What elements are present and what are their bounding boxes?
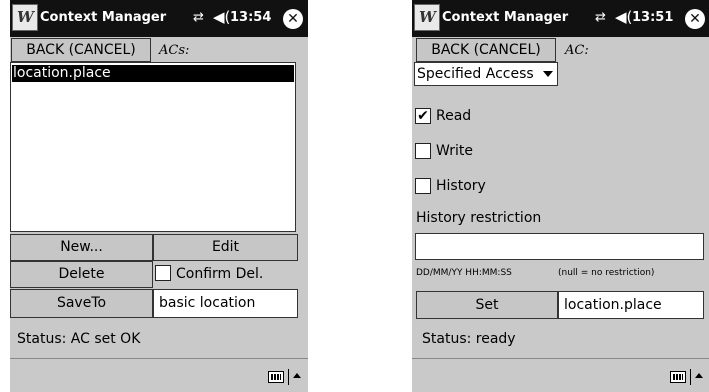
history-label: History xyxy=(436,178,486,194)
ac-list[interactable]: location.place xyxy=(10,62,296,232)
edit-button[interactable]: Edit xyxy=(153,234,298,261)
chevron-down-icon xyxy=(543,71,553,77)
null-hint: (null = no restriction) xyxy=(558,268,655,278)
new-button[interactable]: New... xyxy=(10,234,153,261)
bottom-menu-bar xyxy=(412,358,709,392)
close-icon[interactable]: ✕ xyxy=(685,9,705,29)
connectivity-icon[interactable]: ⇄ xyxy=(193,10,204,25)
titlebar: W Context Manager ⇄ ◀( 13:54 ✕ xyxy=(10,0,308,37)
confirm-delete-label: Confirm Del. xyxy=(176,266,264,282)
saveto-button[interactable]: SaveTo xyxy=(10,289,153,318)
titlebar: W Context Manager ⇄ ◀( 13:51 ✕ xyxy=(412,0,709,37)
status-text: Status: AC set OK xyxy=(17,331,141,347)
set-value-input[interactable]: location.place xyxy=(558,291,704,319)
delete-button[interactable]: Delete xyxy=(10,261,153,288)
back-cancel-button[interactable]: BACK (CANCEL) xyxy=(11,38,151,62)
windows-flag-icon[interactable]: W xyxy=(414,4,440,31)
volume-icon[interactable]: ◀( xyxy=(615,8,632,26)
left-screen: W Context Manager ⇄ ◀( 13:54 ✕ BACK (CAN… xyxy=(10,0,308,392)
app-title: Context Manager xyxy=(442,10,569,25)
status-text: Status: ready xyxy=(422,331,516,347)
keyboard-icon[interactable] xyxy=(670,371,686,383)
acs-label: ACs: xyxy=(159,43,190,58)
sip-up-arrow-icon[interactable] xyxy=(293,373,301,378)
sip-separator xyxy=(690,369,691,385)
access-dropdown[interactable]: Specified Access xyxy=(414,62,558,86)
back-cancel-button[interactable]: BACK (CANCEL) xyxy=(416,38,556,62)
sip-up-arrow-icon[interactable] xyxy=(695,373,703,378)
confirm-delete-checkbox[interactable] xyxy=(155,265,171,281)
access-dropdown-value: Specified Access xyxy=(417,66,534,82)
sip-separator xyxy=(288,369,289,385)
bottom-menu-bar xyxy=(10,358,308,392)
write-checkbox[interactable] xyxy=(415,143,431,159)
set-button[interactable]: Set xyxy=(416,291,558,319)
history-restriction-input[interactable] xyxy=(415,233,704,260)
right-screen: W Context Manager ⇄ ◀( 13:51 ✕ BACK (CAN… xyxy=(412,0,709,392)
date-format-hint: DD/MM/YY HH:MM:SS xyxy=(416,268,512,278)
write-label: Write xyxy=(436,143,473,159)
keyboard-icon[interactable] xyxy=(268,371,284,383)
connectivity-icon[interactable]: ⇄ xyxy=(595,10,606,25)
saveto-input[interactable]: basic location xyxy=(153,289,298,318)
windows-flag-icon[interactable]: W xyxy=(12,4,38,31)
clock[interactable]: 13:54 xyxy=(230,10,271,25)
list-item[interactable]: location.place xyxy=(12,65,294,82)
clock[interactable]: 13:51 xyxy=(632,10,673,25)
app-title: Context Manager xyxy=(40,10,167,25)
read-checkbox[interactable]: ✔ xyxy=(415,108,431,124)
read-label: Read xyxy=(436,108,472,124)
history-checkbox[interactable] xyxy=(415,178,431,194)
history-restriction-label: History restriction xyxy=(416,210,542,226)
ac-label: AC: xyxy=(565,43,589,58)
close-icon[interactable]: ✕ xyxy=(283,9,303,29)
volume-icon[interactable]: ◀( xyxy=(213,8,230,26)
